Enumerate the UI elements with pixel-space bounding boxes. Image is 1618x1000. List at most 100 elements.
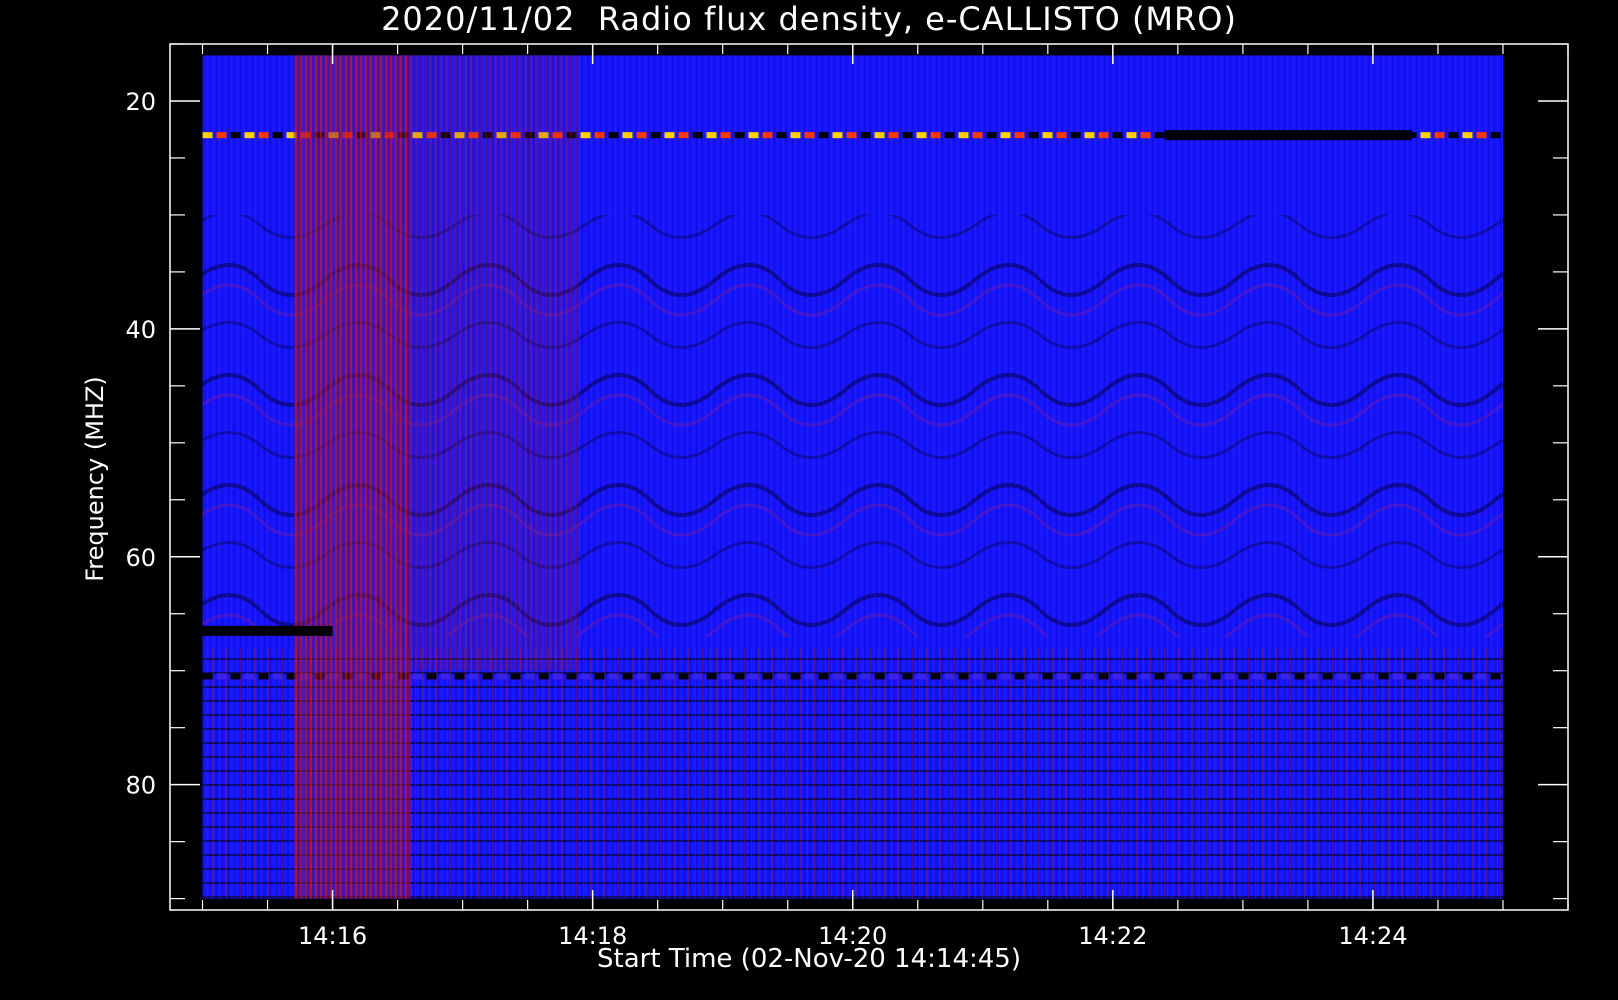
band-segment — [1476, 132, 1487, 139]
band-segment — [1000, 673, 1011, 680]
spectrogram-image — [202, 55, 1503, 899]
band-segment — [1392, 673, 1403, 680]
band-segment — [258, 132, 269, 139]
band-segment — [776, 673, 787, 680]
band-segment — [706, 132, 717, 139]
band-segment — [524, 673, 535, 680]
band-segment — [1364, 673, 1375, 680]
band-segment — [804, 673, 815, 680]
band-segment — [1014, 673, 1025, 680]
band-segment — [608, 673, 619, 680]
band-segment — [734, 132, 745, 139]
spectrogram-plot: 14:16 14:18 14:20 14:22 14:24 20406080 — [125, 43, 1569, 950]
band-segment — [958, 132, 969, 139]
band-segment — [258, 673, 269, 680]
band-segment — [412, 673, 423, 680]
band-segment — [440, 673, 451, 680]
band-segment — [1350, 673, 1361, 680]
band-segment — [1294, 673, 1305, 680]
band-segment — [818, 673, 829, 680]
band-segment — [1476, 673, 1487, 680]
band-segment — [706, 673, 717, 680]
band-segment — [916, 673, 927, 680]
band-segment — [1490, 132, 1501, 139]
band-segment — [1014, 132, 1025, 139]
band-segment — [1042, 673, 1053, 680]
band-segment — [1070, 673, 1081, 680]
black-segment — [202, 625, 333, 636]
band-segment — [664, 673, 675, 680]
band-segment — [552, 673, 563, 680]
band-segment — [1154, 132, 1165, 139]
band-segment — [902, 673, 913, 680]
band-segment — [692, 673, 703, 680]
band-segment — [230, 673, 241, 680]
band-segment — [1098, 132, 1109, 139]
band-segment — [454, 673, 465, 680]
band-segment — [762, 132, 773, 139]
band-segment — [1406, 673, 1417, 680]
band-segment — [1322, 673, 1333, 680]
x-axis-label: Start Time (02-Nov-20 14:14:45) — [597, 944, 1021, 974]
band-segment — [692, 132, 703, 139]
band-segment — [1140, 132, 1151, 139]
band-segment — [1308, 673, 1319, 680]
band-segment — [1126, 132, 1137, 139]
band-segment — [1182, 673, 1193, 680]
band-segment — [916, 132, 927, 139]
band-segment — [1112, 673, 1123, 680]
band-segment — [664, 132, 675, 139]
band-segment — [958, 673, 969, 680]
band-segment — [1266, 673, 1277, 680]
band-segment — [874, 673, 885, 680]
band-segment — [1028, 132, 1039, 139]
band-segment — [230, 132, 241, 139]
band-segment — [748, 673, 759, 680]
band-segment — [1000, 132, 1011, 139]
band-segment — [594, 132, 605, 139]
band-segment — [1280, 673, 1291, 680]
y-tick-label: 20 — [125, 88, 156, 116]
band-segment — [832, 132, 843, 139]
band-segment — [790, 132, 801, 139]
band-segment — [888, 132, 899, 139]
band-segment — [1420, 673, 1431, 680]
band-segment — [510, 673, 521, 680]
band-segment — [1336, 673, 1347, 680]
band-segment — [482, 673, 493, 680]
band-segment — [580, 673, 591, 680]
band-segment — [1028, 673, 1039, 680]
burst-region — [410, 55, 580, 671]
band-segment — [622, 132, 633, 139]
band-segment — [846, 132, 857, 139]
band-segment — [902, 132, 913, 139]
band-segment — [1056, 673, 1067, 680]
band-segment — [720, 132, 731, 139]
band-segment — [944, 673, 955, 680]
band-segment — [874, 132, 885, 139]
band-segment — [1448, 132, 1459, 139]
band-segment — [1070, 132, 1081, 139]
band-segment — [1042, 132, 1053, 139]
band-segment — [986, 673, 997, 680]
band-segment — [1434, 132, 1445, 139]
y-tick-label: 80 — [125, 772, 156, 800]
band-segment — [748, 132, 759, 139]
band-segment — [1084, 673, 1095, 680]
band-segment — [608, 132, 619, 139]
band-segment — [1126, 673, 1137, 680]
band-segment — [832, 673, 843, 680]
band-segment — [720, 673, 731, 680]
band-segment — [636, 673, 647, 680]
band-segment — [986, 132, 997, 139]
band-segment — [888, 673, 899, 680]
band-segment — [930, 132, 941, 139]
band-segment — [244, 132, 255, 139]
band-segment — [426, 673, 437, 680]
band-segment — [216, 132, 227, 139]
band-segment — [244, 673, 255, 680]
band-segment — [1084, 132, 1095, 139]
band-segment — [1154, 673, 1165, 680]
band-segment — [650, 673, 661, 680]
band-segment — [734, 673, 745, 680]
